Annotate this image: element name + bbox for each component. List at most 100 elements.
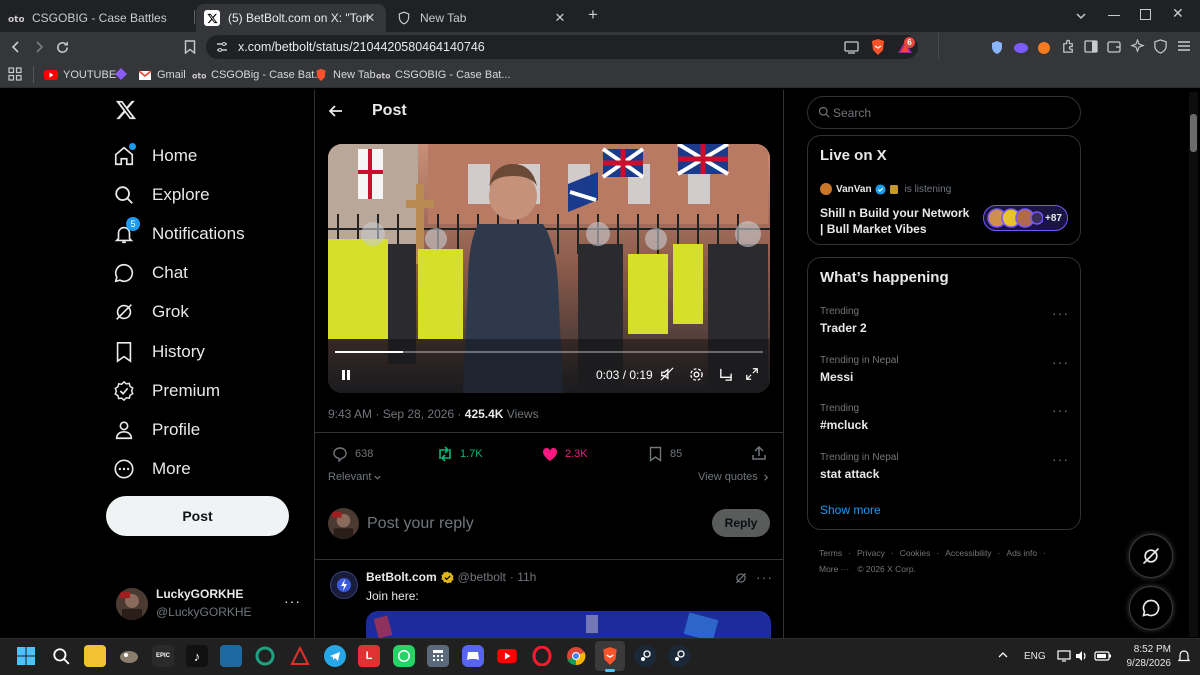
tab-search-chevron-icon[interactable] [1074, 9, 1088, 23]
clock[interactable]: 8:52 PM 9/28/2026 [1121, 643, 1172, 671]
nav-history[interactable]: History [110, 334, 205, 370]
sort-relevant-dropdown[interactable]: Relevant [328, 471, 382, 483]
extensions-puzzle-icon[interactable] [1061, 39, 1076, 54]
app-triangle-icon[interactable] [289, 645, 311, 667]
menu-hamburger-icon[interactable] [1177, 39, 1191, 53]
minimize-icon[interactable] [1108, 15, 1120, 16]
battery-icon[interactable] [1094, 650, 1112, 662]
like-action[interactable]: 2.3K [541, 446, 588, 462]
repost-action[interactable]: 1.7K [436, 446, 483, 462]
nav-grok[interactable]: Grok [110, 294, 189, 330]
scrollbar-thumb[interactable] [1190, 114, 1197, 152]
youtube-icon[interactable] [496, 645, 518, 667]
view-quotes-link[interactable]: View quotes [698, 471, 770, 483]
share-icon[interactable] [751, 445, 767, 461]
reply-post-image[interactable] [366, 611, 771, 638]
display-icon[interactable] [1057, 650, 1071, 662]
footer-link[interactable]: Privacy [857, 548, 885, 558]
whatsapp-icon[interactable] [393, 645, 415, 667]
video-progress-track[interactable] [335, 351, 763, 353]
nav-profile[interactable]: Profile [110, 412, 200, 448]
app-ring-icon[interactable] [254, 645, 276, 667]
nav-notifications[interactable]: 5 Notifications [110, 216, 245, 252]
cast-icon[interactable] [844, 40, 860, 54]
chat-floating-button[interactable] [1129, 586, 1173, 630]
grok-icon[interactable] [734, 571, 748, 585]
volume-icon[interactable] [1075, 650, 1089, 662]
tab-new-tab[interactable]: New Tab ✕ [394, 4, 580, 32]
back-arrow-icon[interactable] [6, 37, 26, 57]
site-info-icon[interactable] [215, 40, 229, 54]
settings-gear-icon[interactable] [689, 367, 704, 382]
bookmark-gmail[interactable]: Gmail [138, 67, 186, 83]
chrome-icon[interactable] [565, 645, 587, 667]
nav-premium[interactable]: Premium [110, 373, 220, 409]
epic-games-icon[interactable]: EPIC [152, 645, 174, 667]
bookmark-youtube[interactable]: YOUTUBE [44, 67, 116, 83]
leo-ai-icon[interactable] [1130, 39, 1145, 54]
gimp-icon[interactable] [118, 645, 140, 667]
search-input[interactable]: Search [833, 106, 871, 120]
app-blue-icon[interactable] [220, 645, 242, 667]
brave-browser-icon[interactable] [599, 645, 621, 667]
show-more-link[interactable]: Show more [820, 503, 881, 517]
new-tab-plus-icon[interactable]: + [585, 6, 601, 23]
file-explorer-icon[interactable] [84, 645, 106, 667]
footer-link[interactable]: Accessibility [945, 548, 991, 558]
video-player[interactable]: 0:03 / 0:19 [328, 144, 770, 393]
tab-csgobig[interactable]: oto CSGOBIG - Case Battles [8, 4, 194, 32]
bookmark-page-icon[interactable] [180, 37, 200, 57]
window-close-icon[interactable]: ✕ [1172, 5, 1184, 22]
vpn-icon[interactable] [1153, 39, 1168, 54]
pause-icon[interactable] [340, 369, 352, 381]
nav-home[interactable]: Home [110, 138, 197, 174]
windows-start-icon[interactable] [15, 645, 37, 667]
shield-icon[interactable] [990, 40, 1004, 55]
language-indicator[interactable]: ENG [1024, 651, 1046, 662]
steam-icon-2[interactable] [668, 645, 690, 667]
restore-icon[interactable] [1140, 9, 1151, 20]
grok-floating-button[interactable] [1129, 534, 1173, 578]
betbolt-avatar[interactable] [330, 571, 358, 599]
trend-item[interactable]: Trending in Nepal Messi [820, 355, 899, 384]
post-button[interactable]: Post [106, 496, 289, 536]
forward-arrow-icon[interactable] [29, 37, 49, 57]
discord-icon[interactable] [462, 645, 484, 667]
extension-purple-icon[interactable] [1013, 40, 1029, 54]
tiktok-icon[interactable]: ♪ [186, 645, 208, 667]
footer-link[interactable]: Ads info [1006, 548, 1037, 558]
reply-button[interactable]: Reply [712, 509, 770, 537]
opera-icon[interactable] [531, 645, 553, 667]
listeners-pill[interactable]: +87 [983, 205, 1068, 231]
footer-link[interactable]: Terms [819, 548, 842, 558]
trend-item[interactable]: Trending Trader 2 [820, 306, 867, 335]
author-handle[interactable]: @betbolt [458, 570, 506, 584]
picture-in-picture-icon[interactable] [718, 367, 733, 382]
footer-link[interactable]: Cookies [900, 548, 931, 558]
reply-input[interactable]: Post your reply [367, 515, 474, 533]
nav-chat[interactable]: Chat [110, 255, 188, 291]
nav-more[interactable]: More [110, 451, 191, 487]
calculator-icon[interactable] [427, 645, 449, 667]
trend-more-icon[interactable]: ··· [1052, 451, 1069, 467]
post-more-icon[interactable]: ··· [756, 569, 773, 585]
x-logo-icon[interactable] [115, 99, 137, 121]
trend-item[interactable]: Trending #mcluck [820, 403, 868, 432]
close-tab-icon[interactable]: ✕ [552, 10, 568, 26]
space-title[interactable]: Shill n Build your Network | Bull Market… [820, 205, 969, 237]
bookmark-new-tab[interactable]: New Tab [314, 67, 376, 83]
fullscreen-icon[interactable] [745, 367, 759, 381]
account-more-icon[interactable]: ··· [284, 593, 301, 609]
reply-action[interactable]: 638 [331, 446, 373, 462]
bookmark-action[interactable]: 85 [646, 446, 682, 462]
brave-lion-icon[interactable] [870, 38, 886, 56]
bookmark-csgobig-1[interactable]: oto CSGOBig - Case Bat... [192, 67, 323, 83]
trend-more-icon[interactable]: ··· [1052, 305, 1069, 321]
sidebar-toggle-icon[interactable] [1084, 40, 1098, 53]
wallet-icon[interactable] [1107, 40, 1121, 53]
notification-center-icon[interactable] [1177, 649, 1191, 663]
close-tab-icon[interactable]: ✕ [362, 10, 378, 26]
nav-explore[interactable]: Explore [110, 177, 210, 213]
reload-icon[interactable] [52, 37, 72, 57]
extension-orange-icon[interactable] [1037, 40, 1051, 55]
